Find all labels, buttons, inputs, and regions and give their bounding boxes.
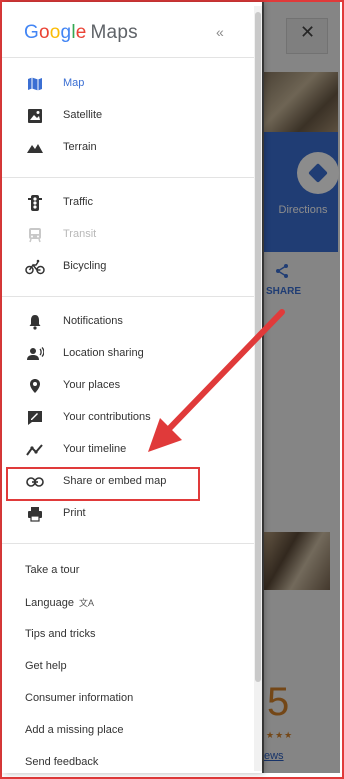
menu-item-label: Your timeline (63, 443, 127, 455)
menu-item-transit[interactable]: Transit (2, 221, 254, 249)
menu-item-terrain[interactable]: Terrain (2, 134, 254, 162)
print-icon (25, 505, 45, 523)
collapse-menu-button[interactable]: « (216, 24, 224, 40)
traffic-light-icon (25, 194, 45, 212)
language-label: Language (25, 597, 74, 609)
menu-item-label: Your contributions (63, 411, 151, 423)
logo-letter: o (49, 22, 61, 43)
menu-item-label: Notifications (63, 315, 123, 327)
menu-item-label: Satellite (63, 109, 103, 121)
menu-item-label: Traffic (63, 196, 93, 208)
menu-item-label: Your places (63, 379, 121, 391)
logo-letter: g (60, 22, 72, 43)
menu-item-map[interactable]: Map (2, 70, 254, 98)
map-icon (25, 75, 45, 93)
divider (2, 57, 254, 58)
menu-item-your-contributions[interactable]: Your contributions (2, 404, 254, 432)
logo-letter: e (75, 22, 87, 43)
pin-icon (25, 377, 45, 395)
link-take-a-tour[interactable]: Take a tour (25, 564, 79, 576)
transit-icon (25, 226, 45, 244)
menu-item-label: Bicycling (63, 260, 107, 272)
link-send-feedback[interactable]: Send feedback (25, 756, 98, 768)
link-tips-and-tricks[interactable]: Tips and tricks (25, 628, 96, 640)
menu-item-label: Location sharing (63, 347, 144, 359)
menu-item-notifications[interactable]: Notifications (2, 308, 254, 336)
link-language[interactable]: Language 文A (25, 596, 94, 609)
menu-item-your-places[interactable]: Your places (2, 372, 254, 400)
side-menu-drawer: Google Maps « Map Satellite Terrain Traff… (2, 2, 262, 773)
logo-letter: o (38, 22, 50, 43)
menu-item-location-sharing[interactable]: Location sharing (2, 340, 254, 368)
divider (2, 543, 254, 544)
divider (2, 296, 254, 297)
menu-item-your-timeline[interactable]: Your timeline (2, 436, 254, 464)
link-get-help[interactable]: Get help (25, 660, 67, 672)
annotation-highlight-box (6, 467, 200, 501)
translate-icon: 文A (79, 598, 95, 608)
divider (2, 177, 254, 178)
contribution-icon (25, 409, 45, 427)
menu-item-label: Map (63, 77, 85, 89)
google-maps-logo: Google Maps (24, 22, 138, 44)
menu-item-label: Print (63, 507, 86, 519)
menu-item-satellite[interactable]: Satellite (2, 102, 254, 130)
menu-item-bicycling[interactable]: Bicycling (2, 253, 254, 281)
menu-item-label: Terrain (63, 141, 97, 153)
menu-item-print[interactable]: Print (2, 500, 254, 528)
logo-maps-text: Maps (90, 22, 138, 43)
link-add-missing-place[interactable]: Add a missing place (25, 724, 123, 736)
satellite-icon (25, 107, 45, 125)
logo-letter: G (24, 22, 39, 43)
location-sharing-icon (25, 345, 45, 363)
menu-item-label: Transit (63, 228, 97, 240)
menu-item-traffic[interactable]: Traffic (2, 189, 254, 217)
link-consumer-information[interactable]: Consumer information (25, 692, 133, 704)
timeline-icon (25, 441, 45, 459)
scrollbar-thumb[interactable] (255, 12, 261, 682)
bicycle-icon (25, 258, 45, 276)
bell-icon (25, 313, 45, 331)
terrain-icon (25, 139, 45, 157)
